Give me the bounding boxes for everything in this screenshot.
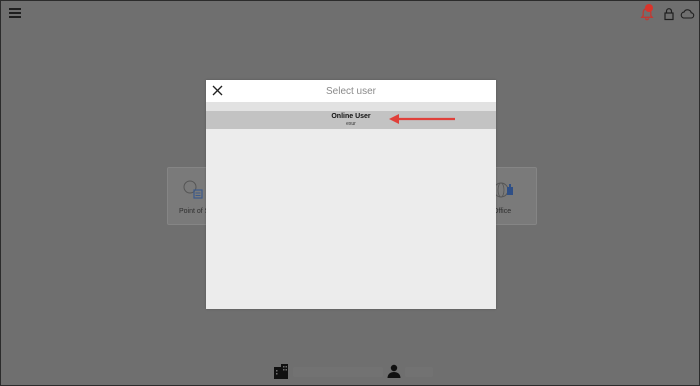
- lock-icon[interactable]: [661, 6, 677, 22]
- status-bar: [273, 363, 443, 381]
- hamburger-menu-icon[interactable]: [9, 8, 21, 18]
- app-window: Point of S ck Office Select user Online …: [0, 0, 700, 386]
- store-name-redacted: [293, 367, 383, 377]
- dialog-divider: [206, 102, 496, 111]
- cloud-icon[interactable]: [679, 6, 695, 22]
- pos-icon: [183, 180, 203, 199]
- building-icon: [274, 364, 288, 379]
- user-icon: [387, 364, 401, 378]
- dialog-header: Select user: [206, 80, 496, 102]
- annotation-arrow: [389, 114, 455, 124]
- notification-badge: [645, 4, 653, 12]
- top-bar: [1, 1, 699, 27]
- user-name-redacted: [405, 367, 433, 377]
- dialog-title: Select user: [325, 86, 377, 97]
- tile-label-left: Point of S: [179, 208, 210, 215]
